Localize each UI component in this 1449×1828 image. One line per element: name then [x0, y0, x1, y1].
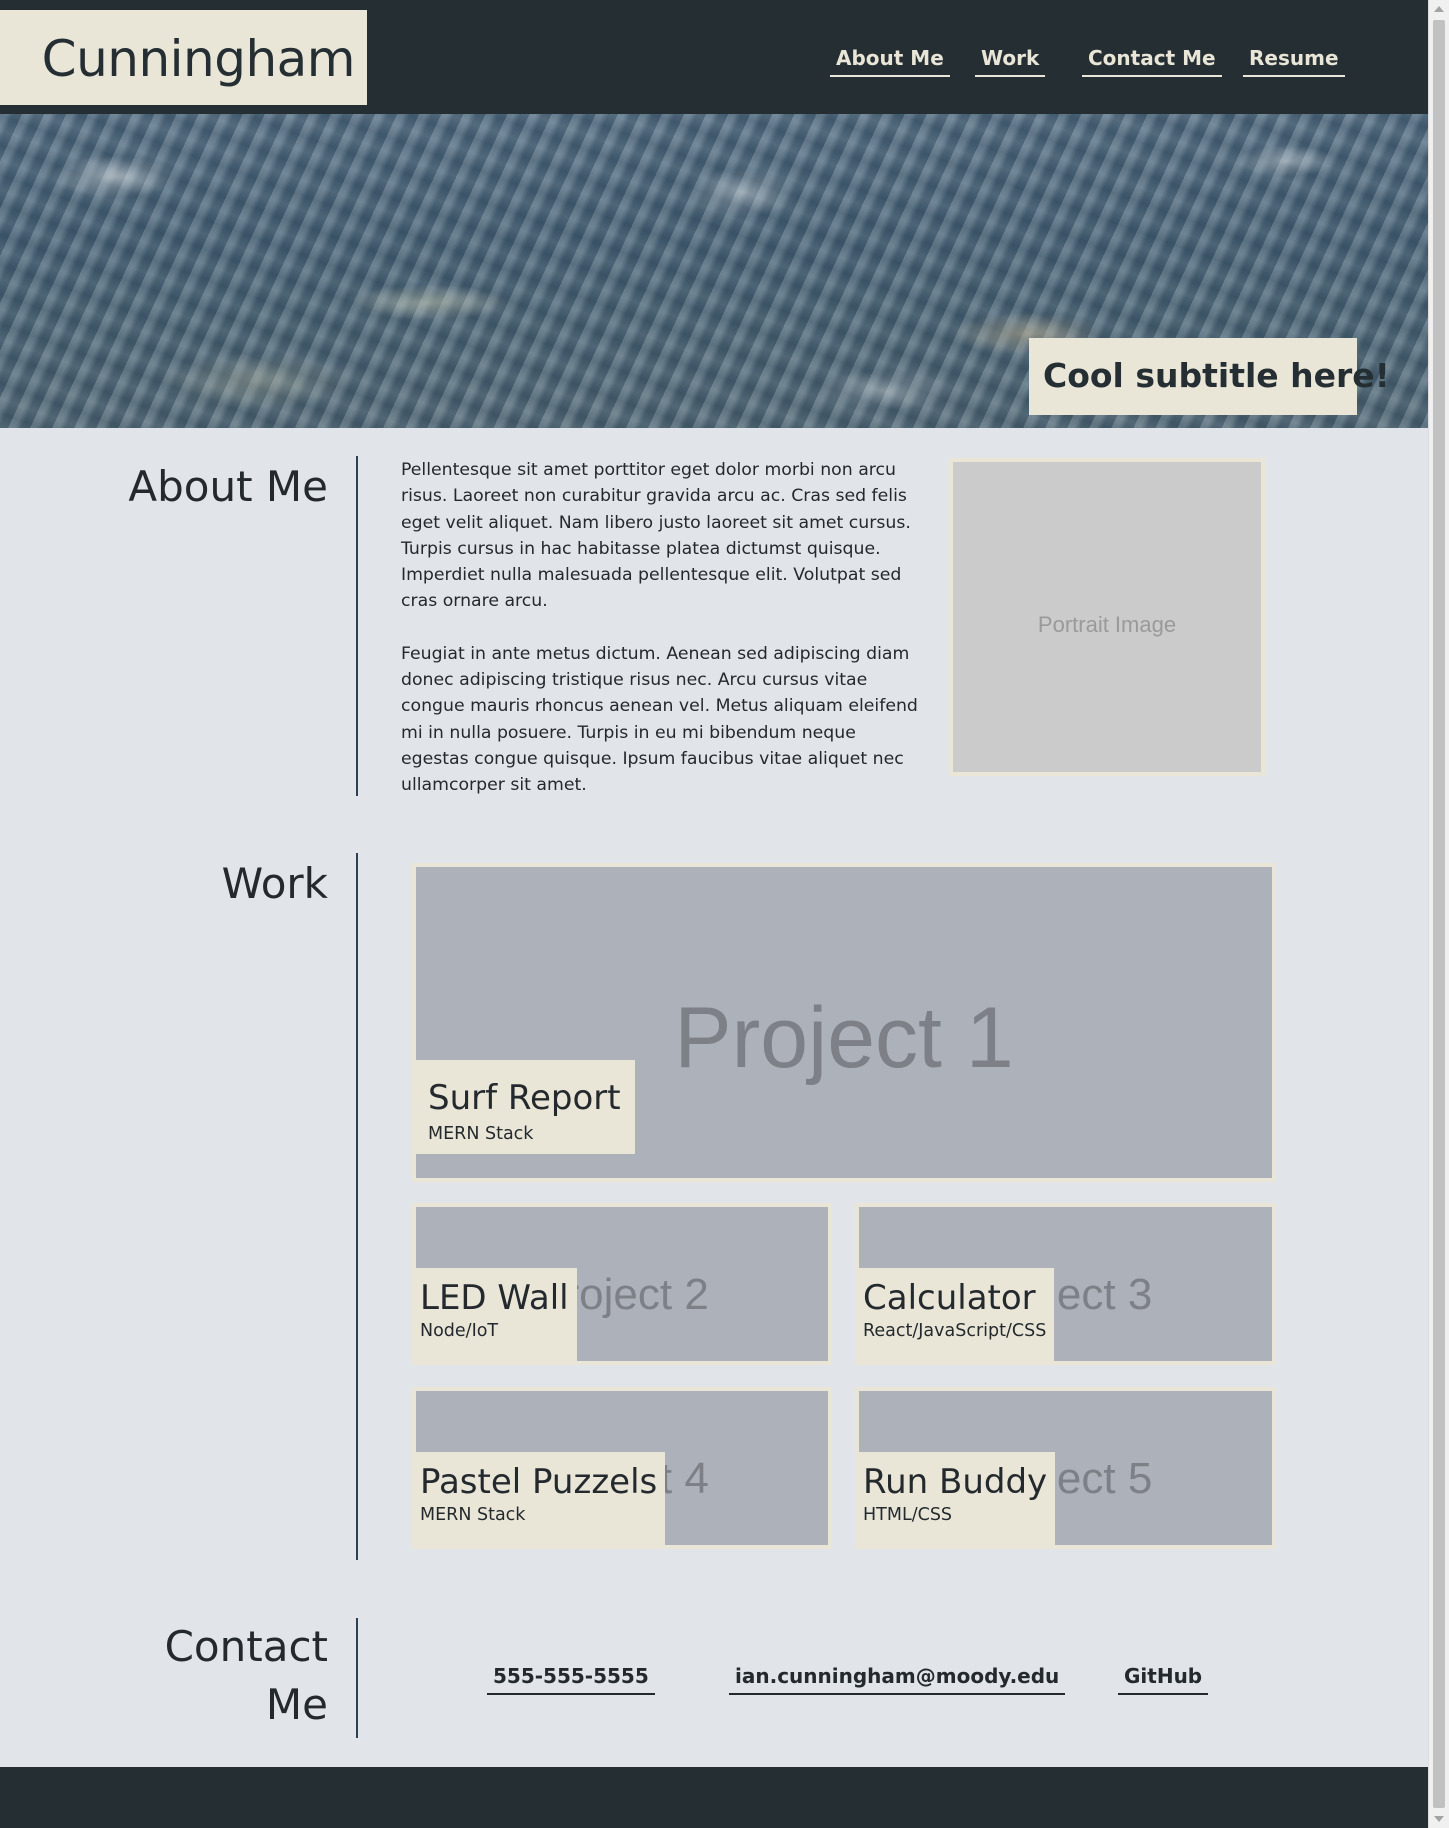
project-label: Calculator React/JavaScript/CSS — [859, 1268, 1055, 1361]
project-tech: React/JavaScript/CSS — [863, 1321, 1047, 1341]
project-card-led-wall[interactable]: Project 2 LED Wall Node/IoT — [412, 1203, 832, 1365]
about-paragraph: Feugiat in ante metus dictum. Aenean sed… — [401, 643, 918, 796]
contact-heading-line: Me — [265, 1680, 328, 1729]
contact-github-link[interactable]: GitHub — [1118, 1662, 1209, 1695]
project-label: Pastel Puzzels MERN Stack — [416, 1452, 666, 1545]
project-name: Pastel Puzzels — [420, 1462, 658, 1502]
logo[interactable]: Cunningham — [0, 10, 367, 105]
project-tech: MERN Stack — [420, 1505, 526, 1525]
project-name: LED Wall — [420, 1278, 569, 1318]
about-me-heading: About Me — [128, 462, 328, 511]
project-tech: HTML/CSS — [863, 1505, 953, 1525]
work-divider — [356, 853, 358, 1560]
nav-link-about-me[interactable]: About Me — [830, 44, 950, 77]
work-heading: Work — [221, 859, 328, 908]
about-paragraph: Pellentesque sit amet porttitor eget dol… — [401, 460, 911, 612]
logo-text: Cunningham — [41, 30, 356, 88]
contact-divider — [356, 1618, 358, 1738]
project-card-calculator[interactable]: Project 3 Calculator React/JavaScript/CS… — [855, 1203, 1276, 1365]
contact-phone-link[interactable]: 555-555-5555 — [487, 1662, 655, 1695]
nav-link-contact-me[interactable]: Contact Me — [1082, 44, 1222, 77]
project-card-run-buddy[interactable]: Project 5 Run Buddy HTML/CSS — [855, 1387, 1276, 1549]
contact-me-heading: Contact Me — [165, 1618, 328, 1734]
project-card-surf-report[interactable]: Project 1 Surf Report MERN Stack — [412, 863, 1276, 1182]
about-text: Pellentesque sit amet porttitor eget dol… — [401, 457, 921, 799]
vertical-scrollbar[interactable] — [1428, 0, 1449, 1828]
site-footer — [0, 1767, 1428, 1828]
project-name: Run Buddy — [863, 1462, 1048, 1502]
hero-subtitle: Cool subtitle here! — [1029, 338, 1390, 415]
about-divider — [356, 456, 358, 796]
contact-email-link[interactable]: ian.cunningham@moody.edu — [729, 1662, 1066, 1695]
project-label: Run Buddy HTML/CSS — [859, 1452, 1056, 1545]
project-name: Calculator — [863, 1278, 1036, 1318]
scrollbar-thumb[interactable] — [1433, 20, 1445, 1808]
project-tech: MERN Stack — [428, 1124, 534, 1144]
nav-link-resume[interactable]: Resume — [1243, 44, 1345, 77]
site-header: Cunningham About Me Work Contact Me Resu… — [0, 0, 1428, 114]
project-label: LED Wall Node/IoT — [416, 1268, 577, 1361]
project-label: Surf Report MERN Stack — [416, 1060, 635, 1154]
project-tech: Node/IoT — [420, 1321, 499, 1341]
nav-link-work[interactable]: Work — [975, 44, 1046, 77]
portrait-image: Portrait Image — [949, 458, 1265, 776]
portrait-placeholder-text: Portrait Image — [1037, 612, 1177, 637]
scroll-up-arrow-icon[interactable] — [1434, 6, 1444, 12]
contact-heading-line: Contact — [164, 1622, 328, 1671]
project-name: Surf Report — [428, 1078, 621, 1118]
page: Cunningham About Me Work Contact Me Resu… — [0, 0, 1428, 1828]
project-card-pastel-puzzels[interactable]: Project 4 Pastel Puzzels MERN Stack — [412, 1387, 832, 1549]
scroll-down-arrow-icon[interactable] — [1434, 1816, 1444, 1822]
